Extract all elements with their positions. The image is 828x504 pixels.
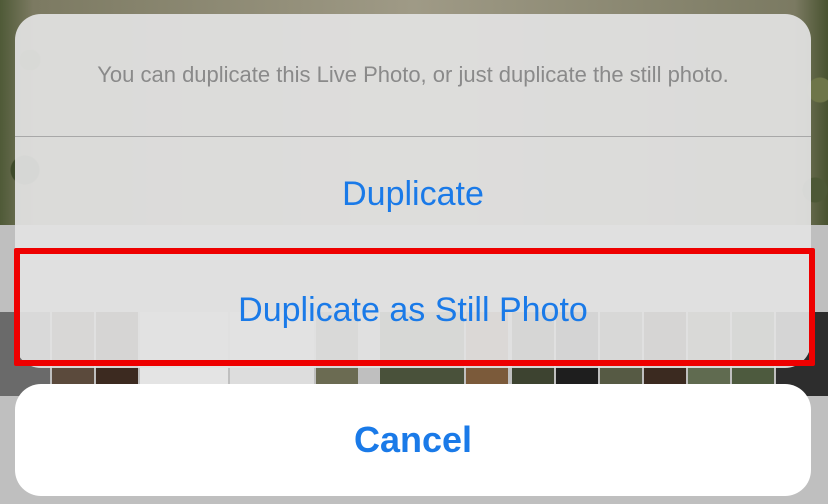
action-sheet-message: You can duplicate this Live Photo, or ju…	[97, 62, 729, 87]
duplicate-button[interactable]: Duplicate	[15, 137, 811, 252]
highlight-box	[14, 248, 815, 366]
cancel-button[interactable]: Cancel	[15, 384, 811, 496]
